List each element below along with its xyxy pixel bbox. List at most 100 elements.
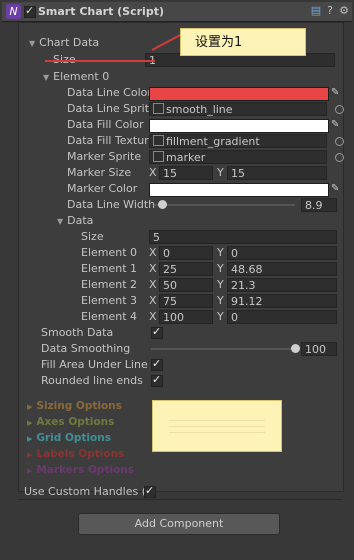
annotation-note — [152, 400, 282, 452]
data-element-y-label: Y — [217, 310, 224, 323]
element0-foldout[interactable]: ▼ Element 0 — [43, 69, 109, 85]
line-sprite-label: Data Line Sprite — [67, 102, 156, 115]
annotation-underline — [45, 60, 155, 62]
options-foldout[interactable]: ▶ Sizing Options — [27, 399, 122, 414]
data-element-x-field[interactable]: 75 — [159, 294, 213, 308]
smoothing-field[interactable]: 100 — [301, 342, 337, 356]
marker-size-y-label: Y — [217, 166, 224, 179]
smoothing-slider-knob[interactable] — [291, 344, 300, 353]
data-element-x-field[interactable]: 100 — [159, 310, 213, 324]
options-foldout[interactable]: ▶ Markers Options — [27, 463, 134, 478]
chart-data-foldout[interactable]: ▼ Chart Data — [29, 35, 99, 51]
divider — [18, 499, 342, 500]
data-element-y-field[interactable]: 21.3 — [227, 278, 337, 292]
data-smoothing-label: Data Smoothing — [41, 342, 131, 355]
line-width-label: Data Line Width — [67, 198, 156, 211]
element0-label: Element 0 — [53, 70, 110, 83]
line-color-swatch[interactable] — [149, 87, 329, 101]
options-label: Sizing Options — [36, 400, 122, 412]
data-size-label: Size — [81, 230, 104, 243]
marker-size-label: Marker Size — [67, 166, 132, 179]
options-foldout[interactable]: ▶ Labels Options — [27, 447, 124, 462]
component-header[interactable]: N Smart Chart (Script) ▤ ? ⚙ — [2, 2, 352, 22]
eyedropper-icon[interactable]: ✎ — [331, 87, 341, 99]
rounded-ends-checkbox[interactable] — [151, 373, 163, 387]
data-element-x-label: X — [149, 278, 157, 291]
data-element-y-field[interactable]: 0 — [227, 310, 337, 324]
line-sprite-field[interactable]: smooth_line — [149, 102, 327, 116]
marker-color-label: Marker Color — [67, 182, 138, 195]
foldout-closed-icon: ▶ — [27, 467, 33, 475]
fill-color-swatch[interactable] — [149, 119, 329, 133]
line-width-slider-track[interactable] — [155, 204, 295, 206]
component-title: Smart Chart (Script) — [38, 5, 164, 18]
marker-size-x-label: X — [149, 166, 157, 179]
data-element-y-field[interactable]: 0 — [227, 246, 337, 260]
data-element-label: Element 2 — [81, 278, 138, 291]
marker-sprite-label: Marker Sprite — [67, 150, 142, 163]
fill-texture-label: Data Fill Texture — [67, 134, 156, 147]
foldout-open-icon: ▼ — [29, 39, 36, 48]
fill-area-checkbox[interactable] — [151, 357, 163, 371]
data-element-y-field[interactable]: 91.12 — [227, 294, 337, 308]
options-label: Grid Options — [36, 432, 111, 444]
data-element-label: Element 4 — [81, 310, 138, 323]
object-picker-icon[interactable] — [335, 153, 344, 162]
options-foldout[interactable]: ▶ Axes Options — [27, 415, 114, 430]
foldout-closed-icon: ▶ — [27, 403, 33, 411]
data-element-x-field[interactable]: 50 — [159, 278, 213, 292]
options-label: Labels Options — [36, 448, 125, 460]
data-foldout[interactable]: ▼ Data — [57, 213, 93, 229]
line-sprite-value: smooth_line — [166, 103, 233, 116]
help-icon[interactable]: ? — [324, 5, 336, 17]
add-component-button[interactable]: Add Component — [78, 513, 280, 535]
data-element-x-label: X — [149, 294, 157, 307]
marker-sprite-value: marker — [166, 151, 206, 164]
fill-area-label: Fill Area Under Line — [41, 358, 148, 371]
marker-sprite-field[interactable]: marker — [149, 150, 327, 164]
smooth-data-label: Smooth Data — [41, 326, 114, 339]
foldout-open-icon: ▼ — [43, 73, 50, 82]
foldout-open-icon: ▼ — [57, 217, 64, 226]
data-label: Data — [67, 214, 94, 227]
foldout-closed-icon: ▶ — [27, 435, 33, 443]
line-width-slider-knob[interactable] — [158, 200, 167, 209]
foldout-closed-icon: ▶ — [27, 451, 33, 459]
data-element-label: Element 1 — [81, 262, 138, 275]
smooth-data-checkbox[interactable] — [151, 325, 163, 339]
marker-color-swatch[interactable] — [149, 183, 329, 197]
sprite-icon — [153, 103, 164, 114]
data-element-y-label: Y — [217, 278, 224, 291]
object-picker-icon[interactable] — [335, 137, 344, 146]
foldout-closed-icon: ▶ — [27, 419, 33, 427]
line-width-field[interactable]: 8.9 — [301, 198, 337, 212]
marker-size-y-field[interactable]: 15 — [227, 166, 327, 180]
component-enabled-checkbox[interactable] — [24, 4, 36, 18]
eyedropper-icon[interactable]: ✎ — [331, 119, 341, 131]
data-element-y-field[interactable]: 48.68 — [227, 262, 337, 276]
fill-texture-field[interactable]: fillment_gradient — [149, 134, 327, 148]
book-icon[interactable]: ▤ — [310, 5, 322, 17]
sprite-icon — [153, 151, 164, 162]
rounded-ends-label: Rounded line ends — [41, 374, 143, 387]
data-element-y-label: Y — [217, 246, 224, 259]
marker-size-x-field[interactable]: 15 — [159, 166, 213, 180]
options-label: Axes Options — [36, 416, 115, 428]
data-size-field[interactable]: 5 — [149, 230, 337, 244]
data-element-x-label: X — [149, 310, 157, 323]
annotation-callout: 设置为1 — [180, 28, 306, 56]
smoothing-slider-track[interactable] — [151, 348, 295, 350]
custom-handles-checkbox[interactable] — [144, 484, 156, 498]
fill-texture-value: fillment_gradient — [166, 135, 260, 148]
object-picker-icon[interactable] — [335, 105, 344, 114]
line-color-label: Data Line Color — [67, 86, 152, 99]
data-element-x-field[interactable]: 0 — [159, 246, 213, 260]
fill-color-label: Data Fill Color — [67, 118, 144, 131]
inspector-window: N Smart Chart (Script) ▤ ? ⚙ ▼Chart Data… — [2, 2, 352, 558]
eyedropper-icon[interactable]: ✎ — [331, 183, 341, 195]
data-element-label: Element 3 — [81, 294, 138, 307]
options-foldout[interactable]: ▶ Grid Options — [27, 431, 111, 446]
gear-icon[interactable]: ⚙ — [338, 5, 350, 17]
data-element-x-label: X — [149, 262, 157, 275]
data-element-x-field[interactable]: 25 — [159, 262, 213, 276]
